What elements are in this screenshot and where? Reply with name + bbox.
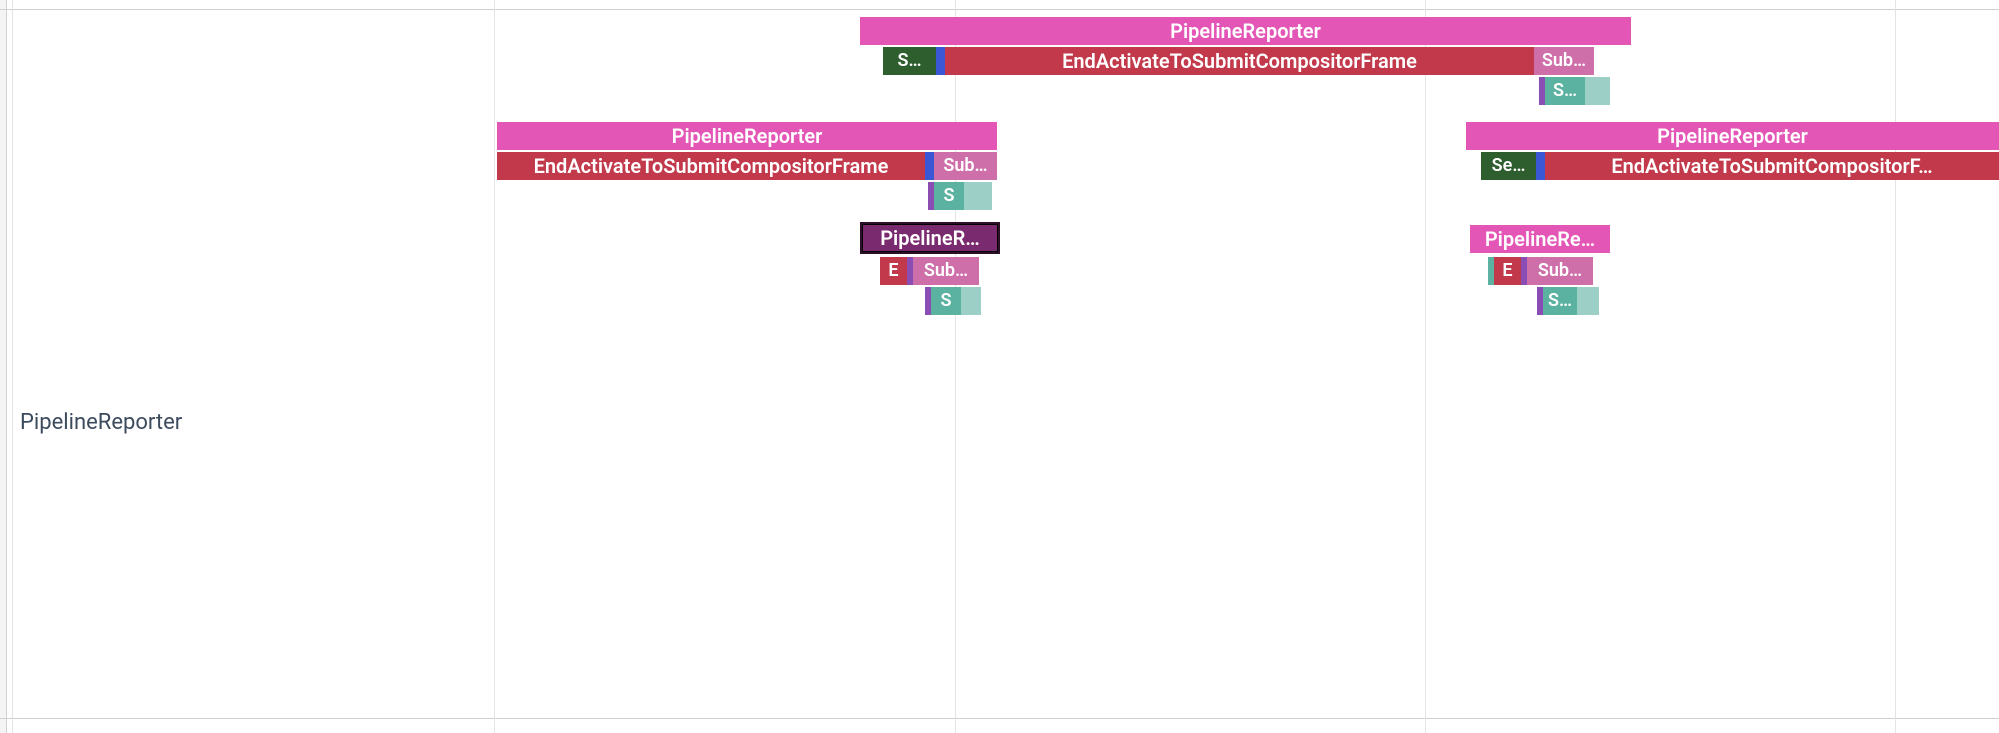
slice-s-e[interactable]: S [931, 287, 961, 315]
slice-sub-sel[interactable]: Sub… [913, 257, 979, 285]
slice-sub-b[interactable]: Sub… [934, 152, 997, 180]
slice-s-b[interactable]: S… [1545, 77, 1585, 105]
ruler-bottom [0, 718, 1999, 719]
time-gridlines [0, 0, 1999, 733]
pipeline-reporter-a[interactable]: PipelineReporter [860, 17, 1631, 45]
track-label-pipeline-reporter[interactable]: PipelineReporter [20, 410, 182, 435]
ruler-top [0, 9, 1999, 10]
slice-se-c[interactable]: Se… [1481, 152, 1536, 180]
slice-s-a[interactable]: S… [883, 47, 936, 75]
end-activate-a[interactable]: EndActivateToSubmitCompositorFrame [945, 47, 1534, 75]
pipeline-reporter-d[interactable]: PipelineRe… [1470, 225, 1610, 253]
track-gutter [0, 0, 7, 733]
slice-e-d[interactable]: E [1494, 257, 1521, 285]
slice-sub-a[interactable]: Sub… [1534, 47, 1594, 75]
slice-s-f[interactable]: S… [1543, 287, 1577, 315]
slice-s-c[interactable]: S [934, 182, 964, 210]
slice-teal-b[interactable] [1585, 77, 1610, 105]
slice-teal-e[interactable] [961, 287, 981, 315]
slice-sub-d[interactable]: Sub… [1527, 257, 1593, 285]
end-activate-c[interactable]: EndActivateToSubmitCompositorF… [1545, 152, 1999, 180]
pipeline-reporter-selected[interactable]: PipelineR… [860, 222, 1000, 254]
end-activate-b[interactable]: EndActivateToSubmitCompositorFrame [497, 152, 925, 180]
slice-teal-f[interactable] [1577, 287, 1599, 315]
slice-e-sel[interactable]: E [880, 257, 907, 285]
pipeline-reporter-b[interactable]: PipelineReporter [497, 122, 997, 150]
pipeline-reporter-c[interactable]: PipelineReporter [1466, 122, 1999, 150]
slice-teal-c[interactable] [964, 182, 992, 210]
